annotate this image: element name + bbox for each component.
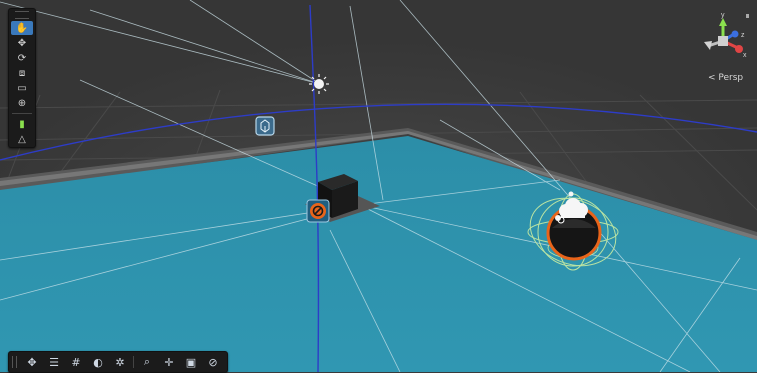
extra-tool-button[interactable]: △ [11,132,33,146]
orientation-gizmo[interactable]: y x z [694,12,752,70]
search-icon: ⌕ [143,355,151,368]
effects-toggle-button[interactable]: ✲ [110,354,130,370]
y-axis-label: y [721,12,725,19]
grid-lines-button[interactable]: # [66,354,86,370]
navigation-tool-button[interactable]: ⊘ [203,354,223,370]
snap-move-icon: ✥ [27,355,37,369]
z-axis-label: z [741,32,745,39]
z-axis-cone[interactable] [731,30,739,38]
lighting-icon: ◐ [93,355,103,369]
scale-tool-button[interactable]: ⧈ [11,66,33,80]
scale-icon: ⧈ [18,67,26,79]
snap-move-button[interactable]: ✥ [22,354,42,370]
lighting-toggle-button[interactable]: ◐ [88,354,108,370]
orientation-icon: ✛ [164,355,174,369]
hand-tool-button[interactable]: ✋ [11,21,33,35]
camera-tool-button[interactable]: ▣ [181,354,201,370]
bottom-separator [133,356,134,368]
rect-tool-button[interactable]: ▭ [11,81,33,95]
tools-overlay: ✋ ✥ ⟳ ⧈ ▭ ⊕ ▮ △ [8,8,36,148]
cube-gizmo-icon [255,116,275,136]
x-axis-cone[interactable] [735,45,743,53]
orientation-tool-button[interactable]: ✛ [159,354,179,370]
rotate-icon: ⟳ [17,52,27,64]
scene-viewport[interactable]: ✋ ✥ ⟳ ⧈ ▭ ⊕ ▮ △ ✥ ☰ # ◐ ✲ ⌕ ✛ ▣ ⊘ y x z [0,0,757,373]
search-tool-button[interactable]: ⌕ [137,354,157,370]
grid-toggle-button[interactable]: ☰ [44,354,64,370]
grid-lines-icon: # [71,355,81,369]
extra-tool-icon: △ [18,133,26,145]
move-tool-button[interactable]: ✥ [11,36,33,50]
navigation-icon: ⊘ [208,355,218,369]
grid-toggle-icon: ☰ [49,355,59,369]
effects-icon: ✲ [115,355,125,369]
toolbar-grip[interactable] [15,11,29,19]
rect-icon: ▭ [17,82,27,94]
x-axis-label: x [743,52,747,59]
transform-tool-button[interactable]: ⊕ [11,96,33,110]
transform-icon: ⊕ [17,97,27,109]
y-axis-cone[interactable] [719,18,727,26]
gizmo-lock-icon[interactable] [746,14,749,18]
custom-tool-button[interactable]: ▮ [11,117,33,131]
hand-icon: ✋ [15,22,29,34]
camera-icon: ▣ [185,355,197,369]
move-icon: ✥ [17,37,27,49]
light-bulb-icon [309,74,329,94]
bottom-tools-overlay: ✥ ☰ # ◐ ✲ ⌕ ✛ ▣ ⊘ [8,351,228,373]
projection-toggle[interactable]: < Persp [708,73,743,83]
orange-component-icon [306,199,330,223]
scene-canvas[interactable] [0,0,757,372]
bottom-toolbar-grip[interactable] [12,356,17,368]
toolbar-separator [12,113,32,114]
gizmo-center-cube[interactable] [718,36,728,46]
custom-tool-icon: ▮ [19,118,25,130]
rotate-tool-button[interactable]: ⟳ [11,51,33,65]
